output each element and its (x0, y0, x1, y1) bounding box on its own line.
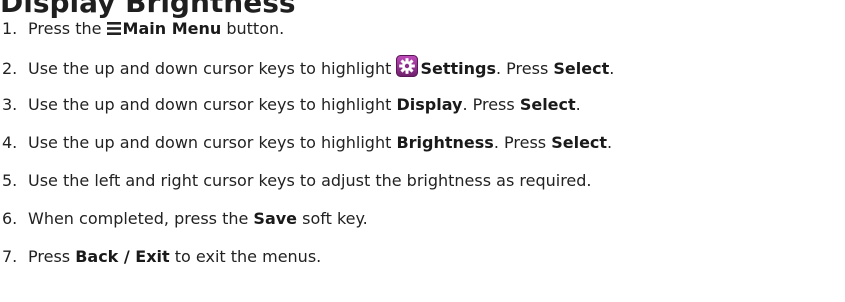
step-number: 5. (2, 171, 18, 190)
step-text: . (575, 95, 581, 114)
brightness-label: Brightness (396, 133, 494, 152)
back-exit-label: Back / Exit (75, 247, 170, 266)
step-5: 5. Use the left and right cursor keys to … (0, 169, 845, 207)
step-number: 2. (2, 59, 18, 78)
step-3: 3. Use the up and down cursor keys to hig… (0, 93, 845, 131)
step-text: Press the (28, 19, 107, 38)
display-label: Display (396, 95, 463, 114)
settings-label: Settings (420, 59, 496, 78)
step-text: . (609, 59, 615, 78)
step-text: button. (221, 19, 285, 38)
step-text: Press (28, 247, 76, 266)
select-label: Select (519, 95, 576, 114)
main-menu-label: Main Menu (122, 19, 222, 38)
step-text: Use the left and right cursor keys to ad… (28, 171, 592, 190)
step-7: 7. Press Back / Exit to exit the menus. (0, 245, 845, 283)
step-4: 4. Use the up and down cursor keys to hig… (0, 131, 845, 169)
step-text: . (607, 133, 613, 152)
select-label: Select (553, 59, 610, 78)
select-label: Select (551, 133, 608, 152)
settings-gear-icon (396, 55, 419, 77)
main-menu-icon (106, 22, 121, 35)
instruction-steps: 1. Press the Main Menu button. 2. Use the … (0, 17, 845, 283)
step-text: Use the up and down cursor keys to highl… (28, 133, 397, 152)
step-text: When completed, press the (28, 209, 254, 228)
step-text: Use the up and down cursor keys to highl… (28, 95, 397, 114)
step-text: to exit the menus. (169, 247, 322, 266)
step-6: 6. When completed, press the Save soft ke… (0, 207, 845, 245)
step-2: 2. Use the up and down cursor keys to hig… (0, 55, 845, 93)
step-1: 1. Press the Main Menu button. (0, 17, 845, 55)
step-text: . Press (462, 95, 520, 114)
step-text: . Press (493, 133, 552, 152)
step-number: 4. (2, 133, 18, 152)
step-number: 1. (2, 19, 18, 38)
step-number: 6. (2, 209, 18, 228)
step-text: Use the up and down cursor keys to highl… (28, 59, 397, 78)
step-number: 3. (2, 95, 18, 114)
step-text: . Press (496, 59, 554, 78)
save-label: Save (253, 209, 298, 228)
step-number: 7. (2, 247, 18, 266)
step-text: soft key. (297, 209, 368, 228)
